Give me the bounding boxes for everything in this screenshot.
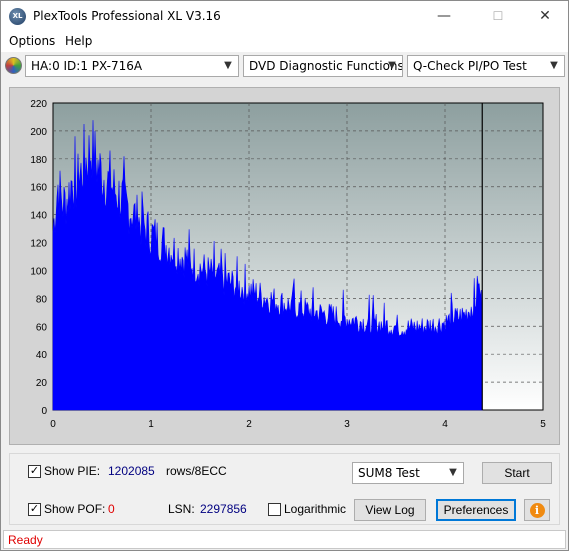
pof-value: 0	[108, 502, 115, 516]
y-tick-label: 200	[30, 127, 47, 138]
minimize-button[interactable]: —	[421, 1, 467, 31]
window-title: PlexTools Professional XL V3.16	[33, 9, 221, 23]
y-tick-label: 120	[30, 239, 47, 250]
sum-test-select-value: SUM8 Test	[358, 466, 420, 480]
chevron-down-icon: ▼	[550, 60, 558, 71]
chevron-down-icon: ▼	[388, 60, 396, 71]
lsn-value: 2297856	[200, 502, 247, 516]
y-tick-label: 40	[36, 350, 48, 361]
status-bar: Ready	[3, 530, 566, 549]
disc-drive-icon	[5, 57, 22, 74]
pi-chart: 0 20 40 60 80 100 120 140 160 180 200 220 0 1 2 3 4 5	[30, 99, 546, 430]
y-tick-label: 80	[36, 294, 48, 305]
y-tick-label: 20	[36, 378, 48, 389]
test-select[interactable]: Q-Check PI/PO Test ▼	[407, 55, 565, 77]
x-tick-label: 3	[344, 419, 350, 430]
info-button[interactable]: i	[524, 499, 550, 521]
y-tick-label: 180	[30, 155, 47, 166]
maximize-button[interactable]: ☐	[475, 1, 521, 31]
y-tick-label: 160	[30, 183, 47, 194]
controls-panel: ✓ Show PIE: 1202085 rows/8ECC SUM8 Test …	[9, 453, 560, 525]
x-tick-label: 2	[246, 419, 252, 430]
rows-unit-label: rows/8ECC	[166, 464, 227, 478]
menu-options[interactable]: Options	[9, 34, 55, 48]
menu-bar: Options Help	[1, 31, 568, 52]
info-icon: i	[529, 503, 545, 518]
view-log-button[interactable]: View Log	[354, 499, 426, 521]
start-button[interactable]: Start	[482, 462, 552, 484]
x-tick-label: 1	[148, 419, 154, 430]
show-pof-label: Show POF:	[44, 502, 106, 516]
test-select-value: Q-Check PI/PO Test	[413, 59, 527, 73]
y-tick-label: 60	[36, 322, 48, 333]
y-tick-label: 100	[30, 266, 47, 277]
logarithmic-checkbox[interactable]	[268, 503, 281, 516]
x-tick-label: 0	[50, 419, 56, 430]
pie-value: 1202085	[108, 464, 155, 478]
title-bar: XL PlexTools Professional XL V3.16 — ☐ ✕	[1, 1, 568, 31]
y-tick-label: 140	[30, 211, 47, 222]
function-select-value: DVD Diagnostic Functions	[249, 59, 403, 73]
drive-select-value: HA:0 ID:1 PX-716A	[31, 59, 143, 73]
menu-help[interactable]: Help	[65, 34, 92, 48]
show-pof-checkbox[interactable]: ✓	[28, 503, 41, 516]
function-select[interactable]: DVD Diagnostic Functions ▼	[243, 55, 403, 77]
show-pie-label: Show PIE:	[44, 464, 101, 478]
logarithmic-label: Logarithmic	[284, 502, 347, 516]
x-tick-label: 5	[540, 419, 546, 430]
lsn-label: LSN:	[168, 502, 195, 516]
drive-select[interactable]: HA:0 ID:1 PX-716A ▼	[25, 55, 239, 77]
sum-test-select[interactable]: SUM8 Test ▼	[352, 462, 464, 484]
chevron-down-icon: ▼	[449, 467, 457, 478]
x-tick-label: 4	[442, 419, 448, 430]
app-window: XL PlexTools Professional XL V3.16 — ☐ ✕…	[0, 0, 569, 551]
y-tick-label: 0	[41, 406, 47, 417]
chart-panel: 0 20 40 60 80 100 120 140 160 180 200 220 0 1 2 3 4 5	[9, 87, 560, 445]
toolbar: HA:0 ID:1 PX-716A ▼ DVD Diagnostic Funct…	[1, 53, 568, 79]
chevron-down-icon: ▼	[224, 60, 232, 71]
y-tick-label: 220	[30, 99, 47, 110]
app-logo-icon: XL	[9, 8, 26, 25]
show-pie-checkbox[interactable]: ✓	[28, 465, 41, 478]
close-button[interactable]: ✕	[522, 1, 568, 31]
preferences-button[interactable]: Preferences	[436, 499, 516, 521]
status-text: Ready	[8, 533, 43, 547]
